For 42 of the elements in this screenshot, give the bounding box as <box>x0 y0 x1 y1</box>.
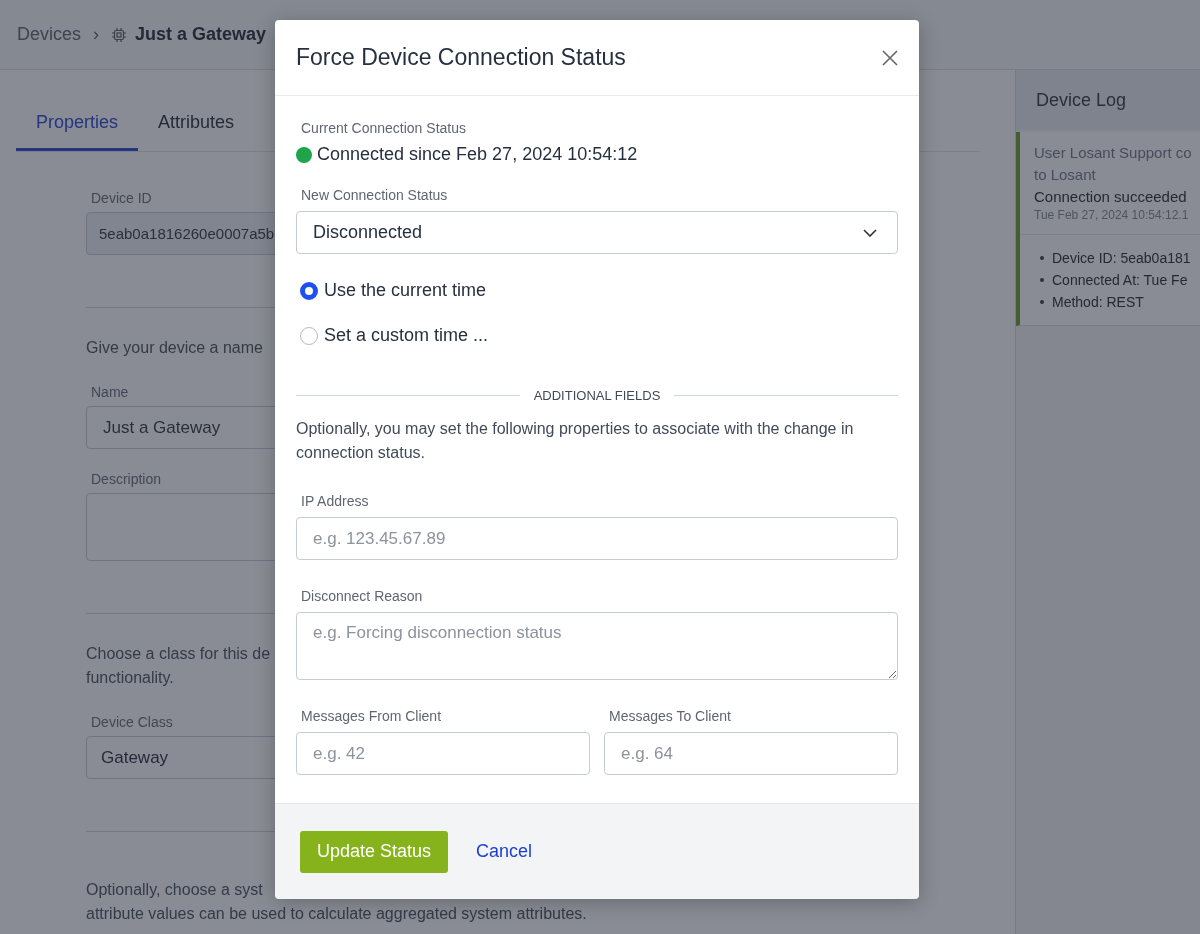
tab[interactable]: Attributes <box>138 100 255 151</box>
log-detail: Device ID: 5eab0a181 <box>1052 249 1191 268</box>
field-label: Device ID <box>91 190 152 206</box>
section-text: Choose a class for this de functionality. <box>86 644 271 688</box>
field-label: Current Connection Status <box>301 120 466 136</box>
log-event: Connection succeeded <box>1034 187 1188 207</box>
section-text: Optionally, you may set the following properties to associate with the change in connection status. <box>296 419 855 463</box>
section-text: Give your device a name <box>86 338 263 358</box>
field-label: Messages To Client <box>609 708 731 724</box>
device-name-title: Just a Gateway <box>135 24 267 45</box>
textarea-field[interactable]: e.g. Forcing disconnection status <box>296 612 898 680</box>
panel-title: Device Log <box>1016 70 1200 130</box>
breadcrumb-separator: › <box>93 24 100 45</box>
radio-option[interactable]: Use the current time <box>296 268 898 313</box>
input-field[interactable]: e.g. 64 <box>604 732 898 775</box>
field-label: Messages From Client <box>301 708 442 724</box>
modal-title: Force Device Connection Status <box>296 44 626 71</box>
log-timestamp: Tue Feb 27, 2024 10:54:12.1 <box>1034 208 1190 222</box>
field-label: Description <box>91 471 162 487</box>
field-label: IP Address <box>301 493 369 509</box>
bullet-icon <box>1040 256 1044 260</box>
field-label: Device Class <box>91 714 173 730</box>
field-label: Name <box>91 384 129 400</box>
input-field[interactable]: e.g. 123.45.67.89 <box>296 517 898 560</box>
log-detail: Method: REST <box>1052 293 1144 312</box>
cancel-link[interactable]: Cancel <box>476 841 533 862</box>
bullet-icon <box>1040 300 1044 304</box>
field-label: Disconnect Reason <box>301 588 423 604</box>
chip-icon <box>111 26 128 43</box>
chevron-down-icon <box>863 228 877 237</box>
input-field[interactable]: e.g. 42 <box>296 732 590 775</box>
bullet-icon <box>1040 278 1044 282</box>
close-icon[interactable] <box>881 48 899 67</box>
log-detail: Connected At: Tue Fe <box>1052 271 1188 290</box>
field-label: New Connection Status <box>301 187 448 203</box>
section-text: Optionally, choose a syst attribute values can be used to calculate aggregated system attributes. <box>86 880 587 924</box>
status-select[interactable]: Disconnected <box>296 211 898 254</box>
section-heading: ADDITIONAL FIELDS <box>533 388 661 403</box>
radio-option[interactable]: Set a custom time ... <box>296 313 898 358</box>
radio-button[interactable] <box>300 281 318 300</box>
status-text: Connected since Feb 27, 2024 10:54:12 <box>317 144 638 165</box>
log-message: User Losant Support co to Losant <box>1034 143 1193 185</box>
